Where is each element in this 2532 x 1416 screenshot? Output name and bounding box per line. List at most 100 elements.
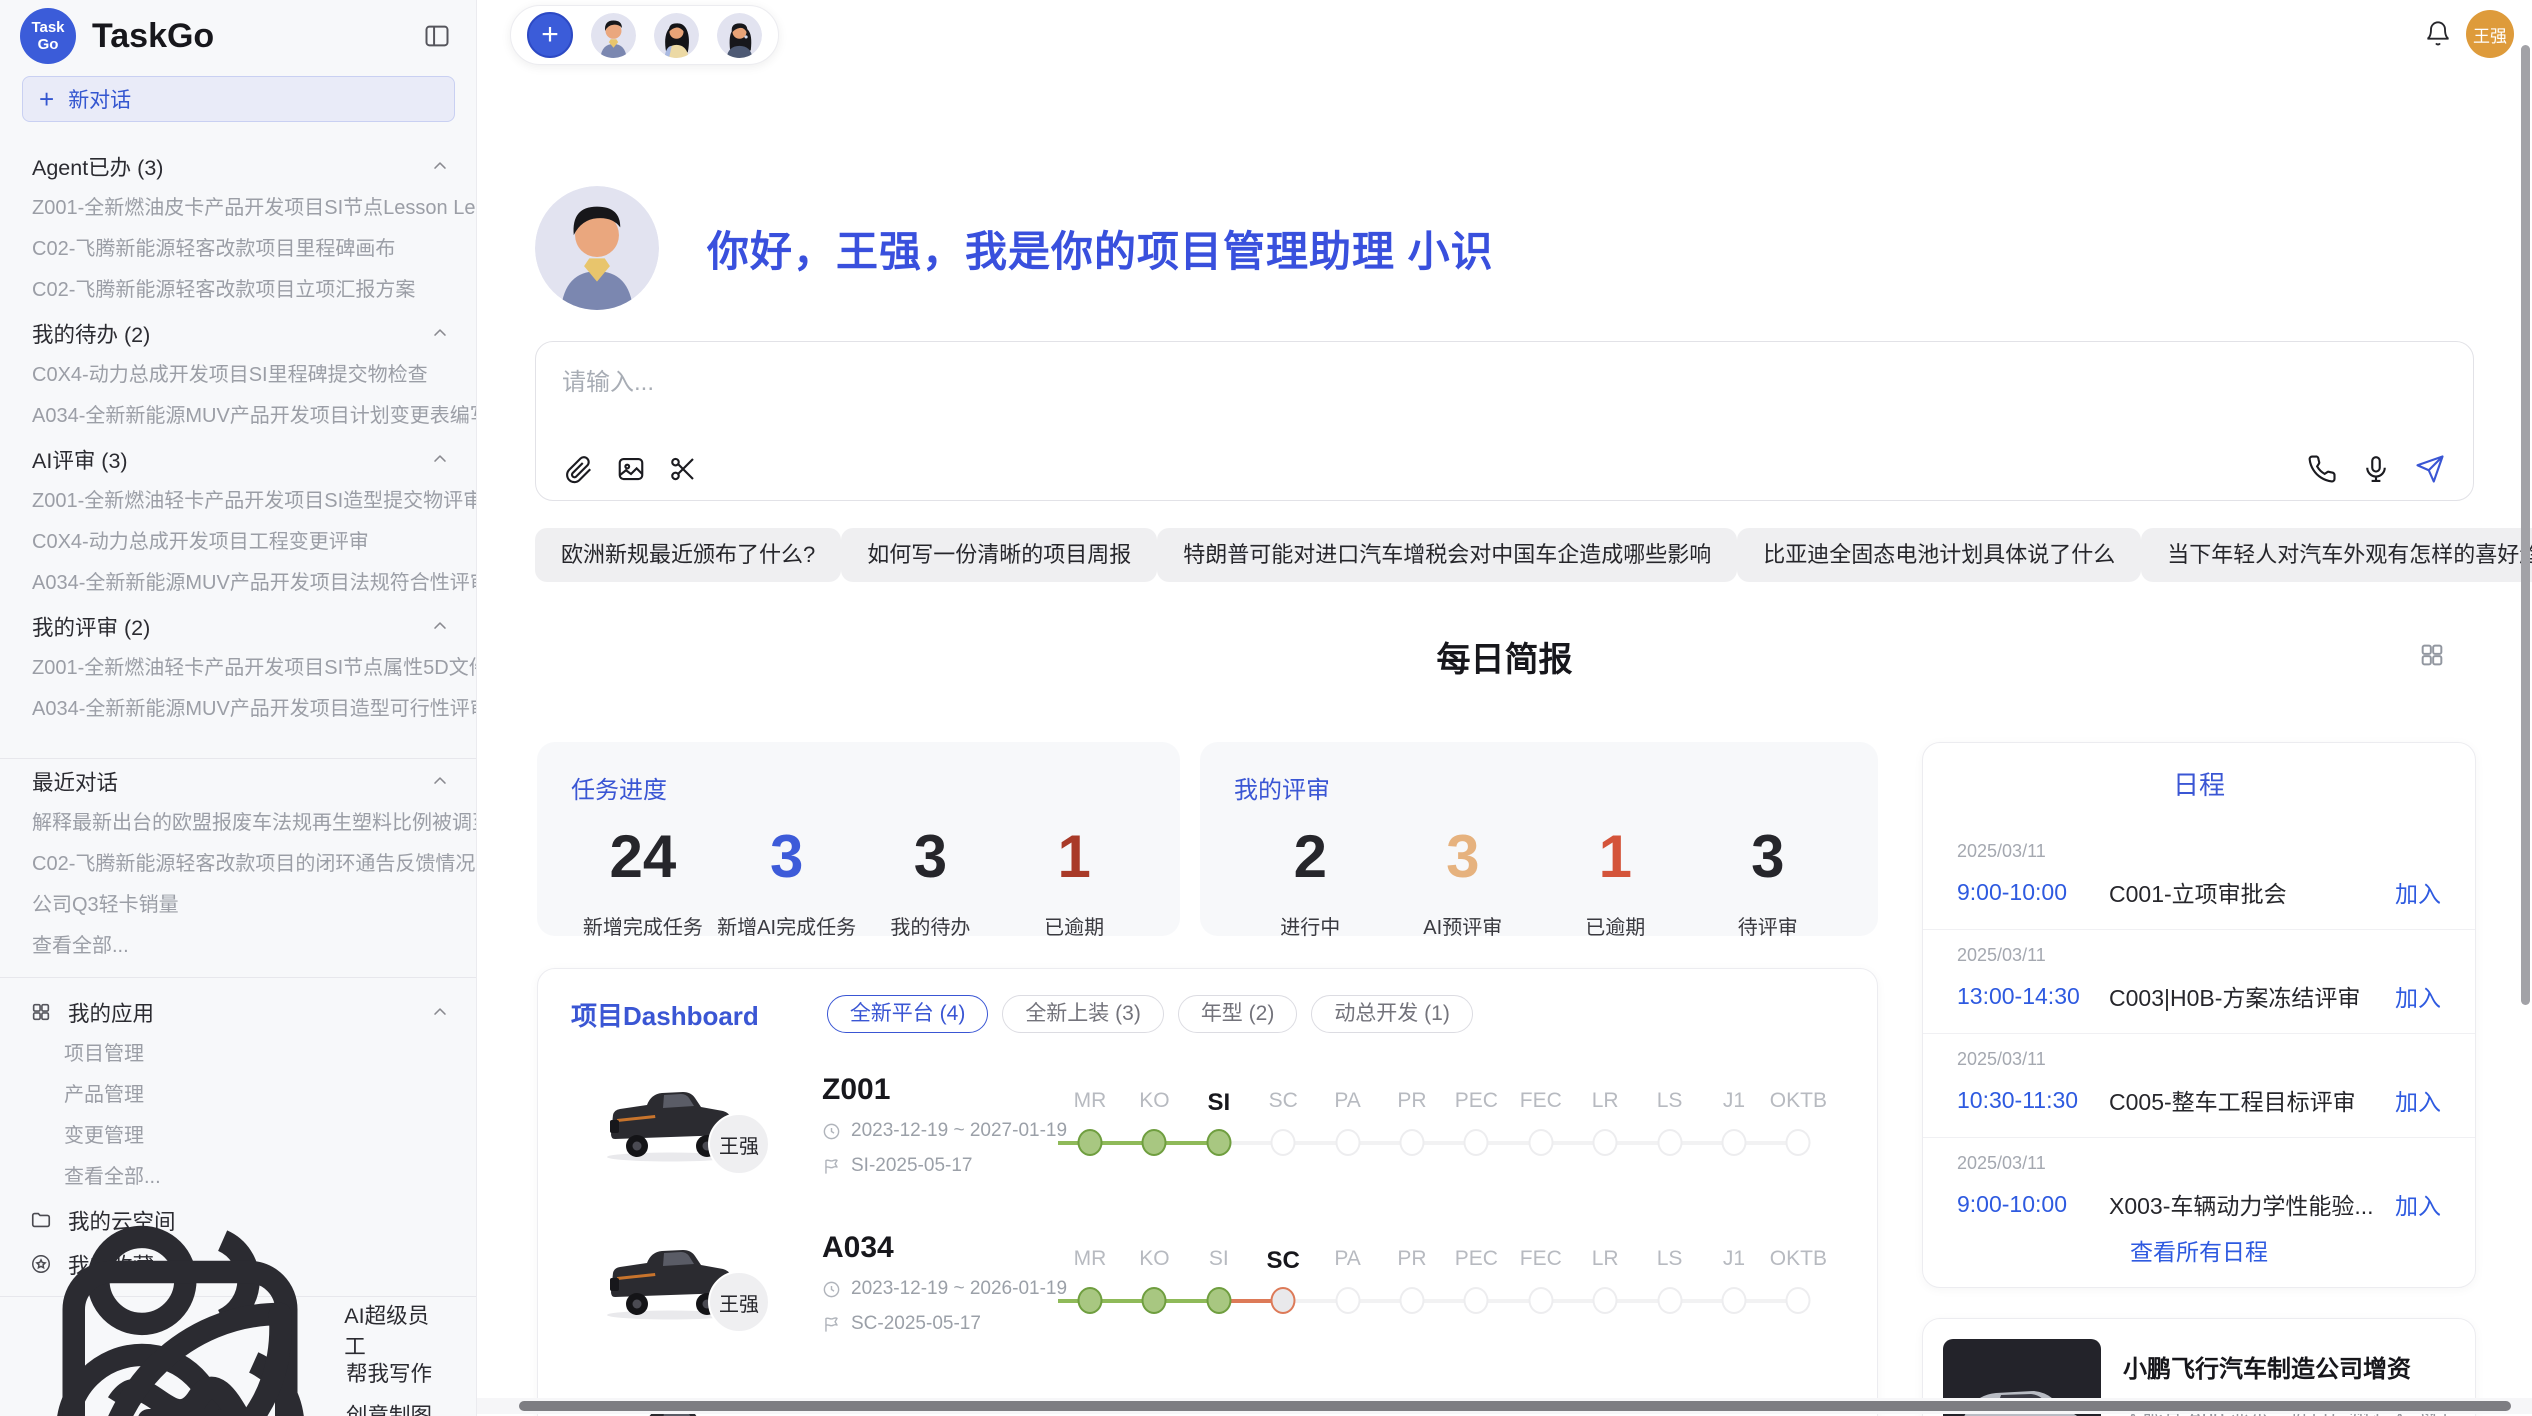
assistant-avatar	[535, 186, 659, 310]
chevron-up-icon	[430, 771, 450, 791]
chevron-up-icon	[430, 449, 450, 469]
sidebar-tool-item[interactable]: 创意制图	[0, 1393, 476, 1416]
chat-input[interactable]	[562, 362, 2062, 426]
recent-conversation-item[interactable]: 公司Q3轻卡销量	[0, 885, 476, 926]
join-event-button[interactable]: 加入	[2395, 875, 2441, 909]
microphone-icon[interactable]	[2361, 454, 2391, 484]
event-date: 2025/03/11	[1957, 945, 2441, 966]
main-content: + 王强 你好，王强，我是你的项目管理助理 小识	[477, 0, 2532, 1416]
sidebar-section-title: 我的待办 (2)	[32, 318, 430, 349]
horizontal-scrollbar[interactable]	[519, 1401, 2511, 1411]
daily-brief-card: 任务进度24新增完成任务3新增AI完成任务3我的待办1已逾期	[537, 742, 1180, 936]
user-avatar[interactable]: 王强	[2466, 10, 2514, 58]
suggestion-chip[interactable]: 当下年轻人对汽车外观有怎样的喜好趋势	[2141, 528, 2532, 582]
view-all-schedule-link[interactable]: 查看所有日程	[1923, 1233, 2475, 1267]
sidebar-section-header[interactable]: AI评审 (3)	[0, 437, 476, 481]
sidebar-collapse-icon[interactable]	[422, 22, 452, 50]
dashboard-header: 项目Dashboard 全新平台 (4) 全新上装 (3) 年型 (2) 动总开发 (…	[538, 969, 1877, 1033]
app-item[interactable]: 产品管理	[0, 1075, 476, 1116]
agent-avatar-2[interactable]	[654, 13, 699, 58]
sidebar-section-header[interactable]: Agent已办 (3)	[0, 144, 476, 188]
recent-conversations-header[interactable]: 最近对话	[0, 759, 476, 803]
attachment-icon[interactable]	[564, 454, 594, 484]
dashboard-filter-pill[interactable]: 全新平台 (4)	[827, 995, 989, 1033]
milestone-label: FEC	[1520, 1247, 1562, 1271]
phone-call-icon[interactable]	[2307, 454, 2337, 484]
event-row: 10:30-11:30C005-整车工程目标评审加入	[1957, 1083, 2441, 1117]
stat-value: 3	[1692, 827, 1845, 887]
project-flag-milestone: SI-2025-05-17	[822, 1155, 1067, 1177]
clock-icon	[822, 1122, 841, 1141]
stat-value: 1	[1539, 827, 1692, 887]
milestone-label: J1	[1723, 1247, 1745, 1271]
agent-avatar-pill: +	[510, 5, 779, 65]
recent-conversations-title: 最近对话	[32, 766, 430, 797]
sidebar-task-item[interactable]: C0X4-动力总成开发项目SI里程碑提交物检查	[0, 355, 476, 396]
event-name: C001-立项审批会	[2109, 875, 2395, 909]
my-apps-header[interactable]: 我的应用	[0, 990, 476, 1034]
screenshot-scissors-icon[interactable]	[668, 454, 698, 484]
layout-grid-icon[interactable]	[2418, 641, 2446, 669]
suggestion-chip[interactable]: 如何写一份清晰的项目周报	[841, 528, 1157, 582]
milestone-dot	[1078, 1129, 1103, 1156]
sidebar: Task Go TaskGo + 新对话 Agent已办 (3)Z001-全新燃…	[0, 0, 477, 1416]
sidebar-task-item[interactable]: C02-飞腾新能源轻客改款项目立项汇报方案	[0, 270, 476, 311]
image-upload-icon[interactable]	[616, 454, 646, 484]
suggestion-chip[interactable]: 特朗普可能对进口汽车增税会对中国车企造成哪些影响	[1157, 528, 1737, 582]
event-row: 9:00-10:00C001-立项审批会加入	[1957, 875, 2441, 909]
stat-label: AI预评审	[1387, 911, 1540, 940]
suggestion-chip[interactable]: 比亚迪全固态电池计划具体说了什么	[1737, 528, 2141, 582]
recent-conversation-item[interactable]: C02-飞腾新能源轻客改款项目的闭环通告反馈情况	[0, 844, 476, 885]
dashboard-filter-pill[interactable]: 动总开发 (1)	[1311, 995, 1473, 1033]
sidebar-task-item[interactable]: C02-飞腾新能源轻客改款项目里程碑画布	[0, 229, 476, 270]
event-date: 2025/03/11	[1957, 841, 2441, 862]
app-item[interactable]: 变更管理	[0, 1116, 476, 1157]
new-chat-button[interactable]: + 新对话	[22, 76, 455, 122]
sidebar-task-item[interactable]: C0X4-动力总成开发项目工程变更评审	[0, 522, 476, 563]
recent-conversation-item[interactable]: 解释最新出台的欧盟报废车法规再生塑料比例被调至15%...	[0, 803, 476, 844]
sidebar-section-header[interactable]: 我的评审 (2)	[0, 604, 476, 648]
chevron-up-icon	[430, 616, 450, 636]
sidebar-task-item[interactable]: A034-全新新能源MUV产品开发项目造型可行性评审	[0, 689, 476, 730]
agent-avatar-3[interactable]	[717, 13, 762, 58]
sidebar-section-header[interactable]: 我的待办 (2)	[0, 311, 476, 355]
project-dashboard-card: 项目Dashboard 全新平台 (4) 全新上装 (3) 年型 (2) 动总开发 (…	[537, 968, 1878, 1416]
dashboard-filter-pill[interactable]: 全新上装 (3)	[1002, 995, 1164, 1033]
vertical-scrollbar[interactable]	[2521, 45, 2530, 1005]
milestone-dot	[1142, 1287, 1167, 1314]
sidebar-task-item[interactable]: A034-全新新能源MUV产品开发项目计划变更表编写	[0, 396, 476, 437]
milestone-label: PR	[1397, 1089, 1426, 1113]
suggestion-chip[interactable]: 欧洲新规最近颁布了什么?	[535, 528, 841, 582]
milestone-dot	[1206, 1287, 1231, 1314]
join-event-button[interactable]: 加入	[2395, 1083, 2441, 1117]
sidebar-task-item[interactable]: A034-全新新能源MUV产品开发项目法规符合性评审	[0, 563, 476, 604]
daily-brief-cards: 任务进度24新增完成任务3新增AI完成任务3我的待办1已逾期我的评审2进行中3A…	[537, 742, 1878, 936]
stat-label: 进行中	[1234, 911, 1387, 940]
date-range-text: 2023-12-19 ~ 2027-01-19	[851, 1120, 1067, 1142]
event-row: 9:00-10:00X003-车辆动力学性能验...加入	[1957, 1187, 2441, 1221]
sidebar-task-item[interactable]: Z001-全新燃油轻卡产品开发项目SI造型提交物评审	[0, 481, 476, 522]
stat-item: 3新增AI完成任务	[715, 827, 859, 940]
sidebar-task-item[interactable]: Z001-全新燃油轻卡产品开发项目SI节点属性5D文件评审	[0, 648, 476, 689]
milestone-dot	[1335, 1129, 1360, 1156]
join-event-button[interactable]: 加入	[2395, 1187, 2441, 1221]
chevron-up-icon	[430, 156, 450, 176]
add-agent-button[interactable]: +	[527, 12, 573, 58]
sidebar-tool-label: AI超级员工	[344, 1299, 450, 1361]
divider	[0, 977, 476, 978]
dashboard-title: 项目Dashboard	[571, 996, 759, 1033]
stat-value: 3	[859, 827, 1003, 887]
send-message-icon[interactable]	[2415, 454, 2445, 484]
milestone-label: KO	[1139, 1089, 1169, 1113]
join-event-button[interactable]: 加入	[2395, 979, 2441, 1013]
dashboard-filter-pill[interactable]: 年型 (2)	[1178, 995, 1298, 1033]
event-time: 9:00-10:00	[1957, 879, 2109, 906]
notification-bell-icon[interactable]	[2424, 20, 2452, 48]
agent-avatar-1[interactable]	[591, 13, 636, 58]
sidebar-task-item[interactable]: Z001-全新燃油皮卡产品开发项目SI节点Lesson Learn报告	[0, 188, 476, 229]
event-date: 2025/03/11	[1957, 1153, 2441, 1174]
milestone-dot	[1593, 1129, 1618, 1156]
app-item[interactable]: 项目管理	[0, 1034, 476, 1075]
view-all-conversations-link[interactable]: 查看全部...	[0, 926, 476, 967]
horizontal-scrollbar-track	[477, 1398, 2532, 1414]
